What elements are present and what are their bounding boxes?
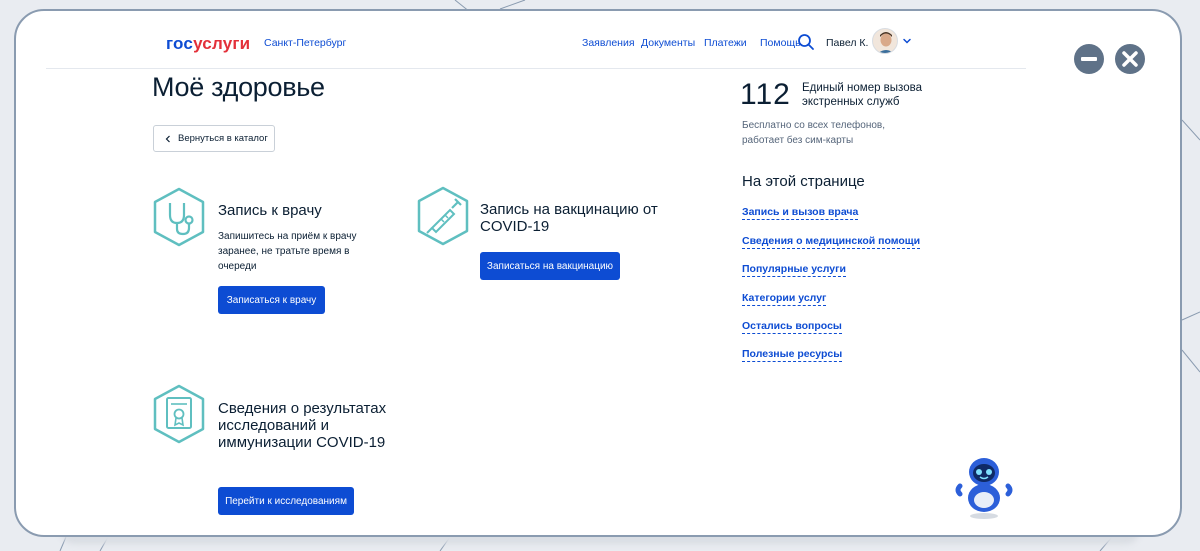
- close-button[interactable]: [1115, 44, 1145, 74]
- service-title-vaccination: Запись на вакцинацию от COVID-19: [480, 201, 658, 235]
- toc-title: На этой странице: [742, 173, 865, 190]
- minimize-button[interactable]: [1074, 44, 1104, 74]
- minus-icon: [1081, 57, 1097, 61]
- site-header: госуслуги Санкт-Петербург Заявления Доку…: [46, 11, 1026, 69]
- back-button-label: Вернуться в каталог: [178, 133, 268, 144]
- emergency-note: Бесплатно со всех телефонов, работает бе…: [742, 120, 885, 146]
- service-title-doctor: Запись к врачу: [218, 202, 322, 219]
- stethoscope-icon: [153, 187, 205, 247]
- toc-link-medical-info[interactable]: Сведения о медицинской помощи: [742, 235, 921, 249]
- emergency-number: 112: [740, 78, 791, 111]
- user-photo-icon: [873, 29, 897, 53]
- close-icon: [1122, 51, 1138, 67]
- book-doctor-button[interactable]: Записаться к врачу: [218, 286, 325, 314]
- nav-documents[interactable]: Документы: [641, 37, 695, 49]
- chevron-down-icon[interactable]: [902, 36, 912, 46]
- search-icon[interactable]: [797, 33, 815, 51]
- view-results-button[interactable]: Перейти к исследованиям: [218, 487, 354, 515]
- user-name[interactable]: Павел К.: [826, 37, 868, 49]
- robot-assistant-icon[interactable]: [952, 454, 1016, 520]
- nav-payments[interactable]: Платежи: [704, 37, 747, 49]
- toc-link-resources[interactable]: Полезные ресурсы: [742, 348, 843, 362]
- chevron-left-icon: [165, 135, 170, 142]
- toc-link-questions[interactable]: Остались вопросы: [742, 320, 842, 334]
- toc-link-popular-services[interactable]: Популярные услуги: [742, 263, 846, 277]
- emergency-label: Единый номер вызова экстренных служб: [802, 82, 922, 108]
- logo-part-2: услуги: [193, 34, 251, 53]
- page-title: Моё здоровье: [152, 72, 325, 102]
- service-desc-doctor: Запишитесь на приём к врачу заранее, не …: [218, 231, 357, 272]
- toc-link-categories[interactable]: Категории услуг: [742, 292, 827, 306]
- book-vaccination-button[interactable]: Записаться на вакцинацию: [480, 252, 620, 280]
- nav-help[interactable]: Помощь: [760, 37, 801, 49]
- service-title-results: Сведения о результатах исследований и им…: [218, 400, 387, 451]
- back-to-catalog-button[interactable]: Вернуться в каталог: [153, 125, 275, 152]
- gosuslugi-logo[interactable]: госуслуги: [166, 34, 250, 54]
- syringe-icon: [417, 186, 469, 246]
- nav-applications[interactable]: Заявления: [582, 37, 635, 49]
- logo-part-1: гос: [166, 34, 194, 53]
- browser-window: госуслуги Санкт-Петербург Заявления Доку…: [14, 9, 1182, 537]
- avatar[interactable]: [872, 28, 898, 54]
- city-selector[interactable]: Санкт-Петербург: [264, 37, 346, 49]
- toc-link-appointment[interactable]: Запись и вызов врача: [742, 206, 859, 220]
- certificate-icon: [153, 384, 205, 444]
